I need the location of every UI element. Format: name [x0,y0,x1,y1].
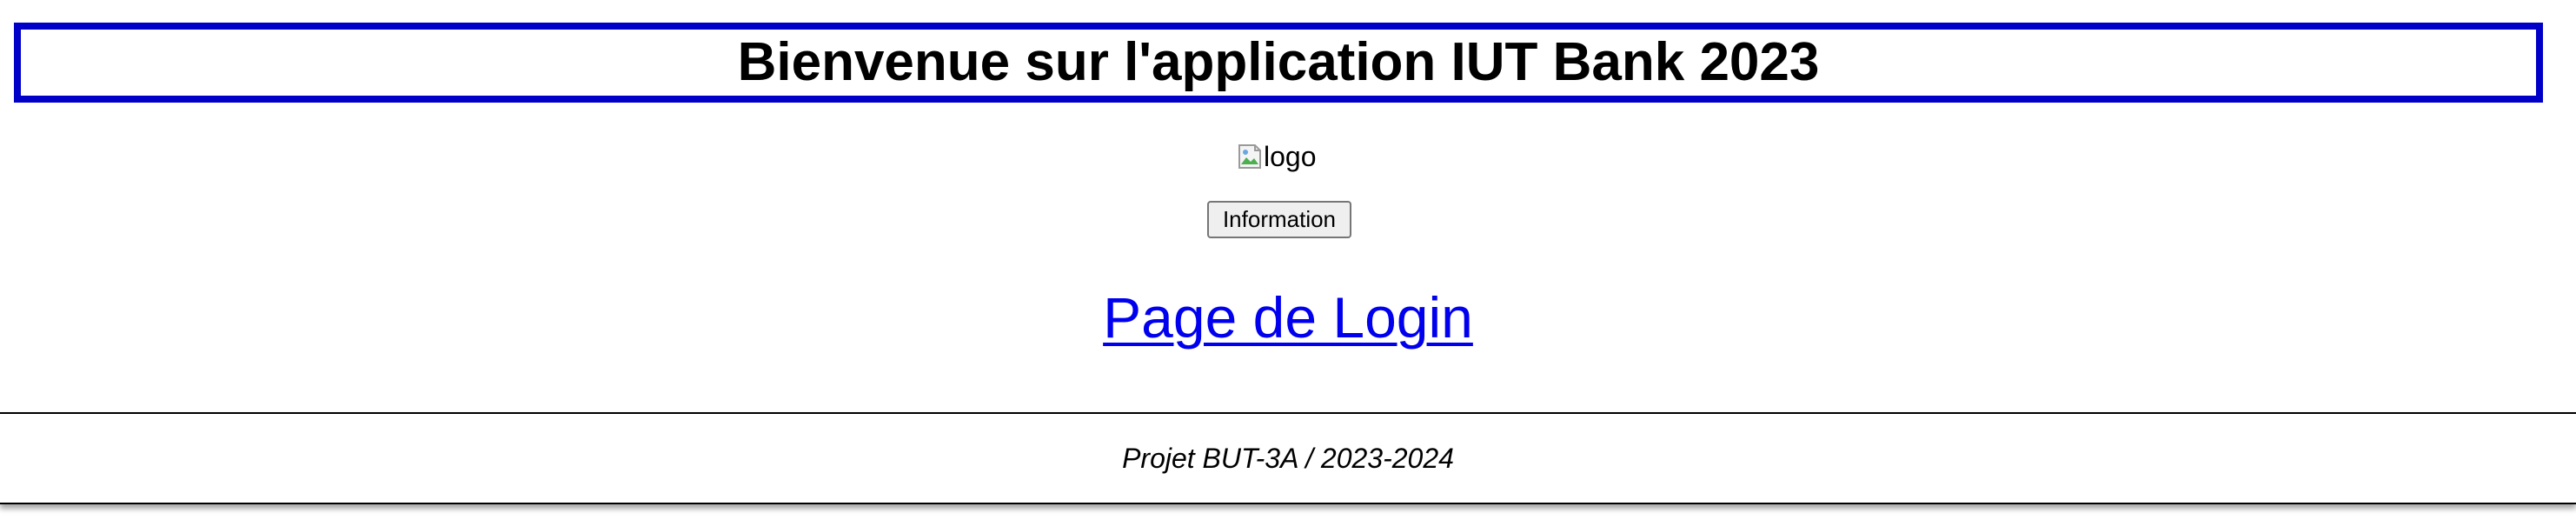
information-button[interactable]: Information [1207,201,1351,238]
page: Bienvenue sur l'application IUT Bank 202… [0,0,2576,520]
page-title: Bienvenue sur l'application IUT Bank 202… [737,32,1820,92]
broken-image-icon [1238,143,1262,170]
footer-text: Projet BUT-3A / 2023-2024 [1122,442,1454,474]
logo-image: logo [1238,139,1317,174]
login-page-link[interactable]: Page de Login [1103,285,1473,350]
footer: Projet BUT-3A / 2023-2024 [0,412,2576,504]
logo-alt-text: logo [1264,141,1317,172]
header-banner: Bienvenue sur l'application IUT Bank 202… [14,23,2543,103]
login-link-container: Page de Login [0,289,2576,346]
